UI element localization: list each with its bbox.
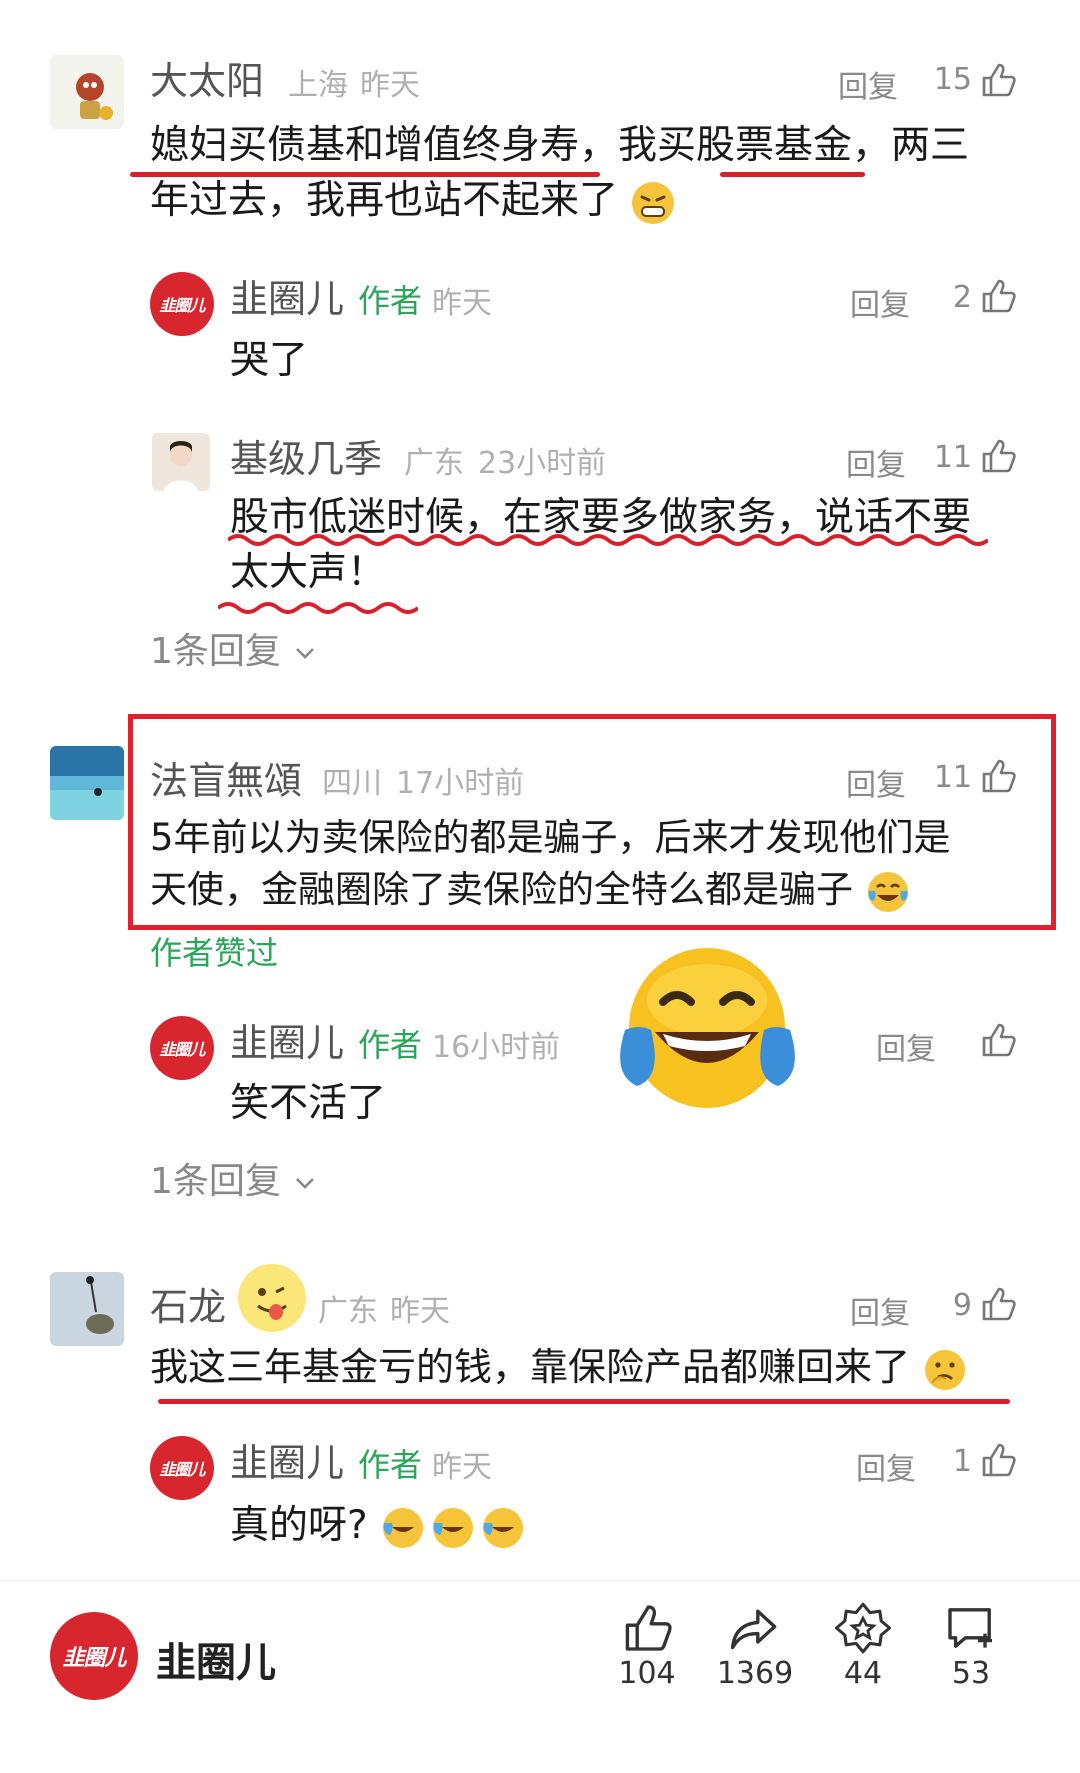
comment-location: 四川 [322, 766, 382, 801]
author-avatar[interactable]: 韭圈儿 [150, 1016, 214, 1080]
comment-text: 天使，金融圈除了卖保险的全特么都是骗子 [150, 862, 911, 917]
sky-avatar-icon [50, 1272, 124, 1346]
like-count: 11 [933, 760, 972, 795]
thumbs-up-icon[interactable] [978, 756, 1018, 796]
avatar[interactable] [152, 433, 210, 491]
portrait-avatar-icon [164, 441, 198, 491]
comment-location: 广东 [404, 446, 464, 481]
star-badge-icon [835, 1602, 891, 1654]
comment-location: 上海 [288, 68, 348, 103]
thumbs-up-icon[interactable] [978, 1440, 1018, 1480]
author-badge: 作者 [358, 1026, 423, 1064]
account-avatar[interactable]: 韭圈儿 [50, 1612, 138, 1700]
red-wavy-underline [228, 534, 988, 546]
chevron-down-icon [296, 648, 315, 659]
like-count: 1 [952, 1444, 972, 1479]
thumbs-up-icon[interactable] [978, 1020, 1018, 1060]
comment-username[interactable]: 韭圈儿 [230, 268, 344, 323]
reply-button[interactable]: 回复 [846, 440, 906, 484]
avatar[interactable] [50, 55, 124, 129]
cartoon-avatar-icon [76, 73, 113, 120]
comment-text: 年过去，我再也站不起来了 [150, 173, 676, 228]
crying-laughing-emoji-icon [383, 1507, 524, 1548]
reply-button[interactable]: 回复 [838, 62, 898, 106]
author-avatar[interactable]: 韭圈儿 [150, 272, 214, 336]
like-count: 2 [952, 280, 972, 315]
comment-text: 笑不活了 [230, 1081, 387, 1126]
thumbs-up-icon [625, 1605, 672, 1651]
comment-username[interactable]: 法盲無頌 [150, 750, 302, 805]
like-count: 9 [952, 1288, 972, 1323]
like-total: 104 [618, 1656, 676, 1691]
thinking-emoji-icon [925, 1349, 966, 1390]
comment-text: 太大声！ [230, 550, 387, 595]
comment-text: 5年前以为卖保险的都是骗子，后来才发现他们是 [150, 816, 951, 859]
author-badge: 作者 [358, 1446, 423, 1484]
account-name[interactable]: 韭圈儿 [156, 1630, 276, 1688]
tongue-out-emoji-icon [238, 1264, 306, 1332]
comment-username[interactable]: 大太阳 [150, 50, 264, 105]
comment-time: 16小时前 [432, 1030, 561, 1065]
comment-action[interactable]: 53 [911, 1600, 1031, 1691]
more-replies-link[interactable]: 1条回复 [150, 1152, 318, 1204]
comment-time: 23小时前 [478, 446, 607, 481]
comment-username[interactable]: 基级几季 [230, 428, 382, 483]
comment-time: 17小时前 [396, 766, 525, 801]
like-action[interactable]: 104 [587, 1600, 707, 1691]
large-laughing-emoji-icon [620, 948, 795, 1108]
comment-location: 广东 [318, 1294, 378, 1329]
more-replies-link[interactable]: 1条回复 [150, 622, 318, 674]
collect-total: 44 [843, 1656, 883, 1691]
comment-time: 昨天 [360, 68, 420, 103]
comment-text: 我这三年基金亏的钱，靠保险产品都赚回来了 [150, 1340, 968, 1395]
thumbs-up-icon[interactable] [978, 1284, 1018, 1324]
like-count: 15 [933, 62, 972, 97]
sea-avatar-icon [50, 746, 124, 820]
comment-plus-icon [948, 1608, 992, 1648]
tears-of-joy-emoji-icon [867, 871, 908, 912]
red-wavy-underline [218, 602, 418, 614]
grimace-emoji-icon [632, 181, 675, 224]
comment-username[interactable]: 石龙 [150, 1276, 226, 1331]
comment-username[interactable]: 韭圈儿 [230, 1012, 344, 1067]
chevron-down-icon [296, 1178, 315, 1189]
reply-button[interactable]: 回复 [850, 280, 910, 324]
reply-button[interactable]: 回复 [876, 1024, 936, 1068]
comment-text: 真的呀? [230, 1498, 530, 1553]
author-avatar[interactable]: 韭圈儿 [150, 1436, 214, 1500]
comment-text: 哭了 [230, 338, 309, 383]
comment-text: 媳妇买债基和增值终身寿，我买股票基金，两三 [150, 123, 970, 168]
comment-time: 昨天 [432, 286, 492, 321]
share-total: 1369 [716, 1656, 794, 1691]
reply-button[interactable]: 回复 [856, 1444, 916, 1488]
share-action[interactable]: 1369 [695, 1600, 815, 1691]
comment-username[interactable]: 韭圈儿 [230, 1432, 344, 1487]
thumbs-up-icon[interactable] [978, 276, 1018, 316]
red-underline [720, 172, 865, 177]
comment-total: 53 [951, 1656, 991, 1691]
avatar[interactable] [50, 1272, 124, 1346]
thumbs-up-icon[interactable] [978, 436, 1018, 476]
like-count: 11 [933, 440, 972, 475]
comment-time: 昨天 [432, 1450, 492, 1485]
thumbs-up-icon[interactable] [978, 60, 1018, 100]
share-arrow-icon [730, 1609, 777, 1650]
reply-button[interactable]: 回复 [850, 1288, 910, 1332]
author-badge: 作者 [358, 282, 423, 320]
author-liked-label: 作者赞过 [150, 934, 279, 972]
red-underline [130, 172, 600, 177]
red-underline [158, 1399, 1010, 1404]
avatar[interactable] [50, 746, 124, 820]
reply-button[interactable]: 回复 [846, 760, 906, 804]
comment-time: 昨天 [390, 1294, 450, 1329]
collect-action[interactable]: 44 [803, 1600, 923, 1691]
